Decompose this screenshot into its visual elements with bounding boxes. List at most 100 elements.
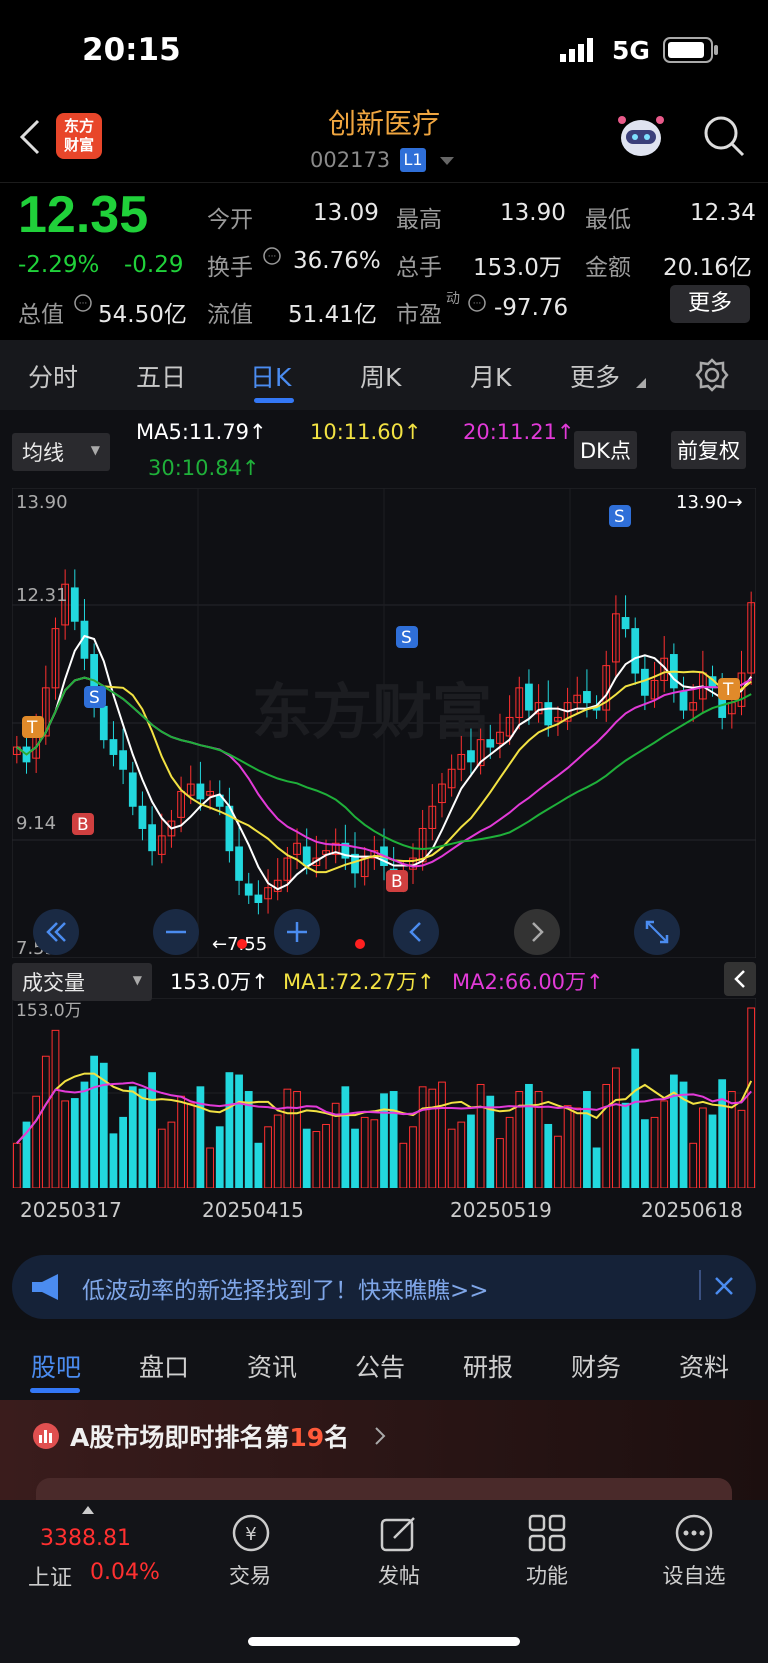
volume-bar [737,1109,746,1188]
close-icon[interactable] [714,1276,734,1296]
volume-bar [225,1072,234,1188]
volume-bar [293,1091,301,1188]
watchlist-icon[interactable] [673,1512,715,1554]
tab-profile[interactable]: 资料 [679,1348,729,1384]
volume-bar [109,1133,118,1188]
tab-intraday[interactable]: 分时 [28,358,78,394]
candle-body [196,783,205,800]
volume-bar [612,1067,620,1188]
volume-bar [438,1081,446,1188]
volume-bar [389,1091,398,1188]
ranking-chart-icon [33,1423,59,1449]
svg-text:T: T [722,680,734,700]
volume-value: 153.0万 [473,255,562,281]
low-label: 最低 [585,207,631,233]
volume-chart[interactable]: 153.0万 20250317 [12,998,756,1188]
candle-body [138,805,147,829]
volume-select[interactable]: 成交量 ▼ [12,963,152,1001]
dock-post[interactable]: 发帖 [349,1560,449,1590]
info-icon[interactable]: ··· [73,293,93,313]
collapse-icon[interactable] [724,962,756,996]
max-marker: 13.90→ [676,492,743,513]
tab-finance[interactable]: 财务 [571,1348,621,1384]
current-price: 12.35 [18,186,149,244]
volume-bar [215,1126,224,1188]
volume-bar [476,1083,485,1188]
zoom-in-icon[interactable] [274,909,320,955]
trade-icon[interactable]: ¥ [230,1512,272,1554]
robot-assistant-icon[interactable] [616,112,666,160]
tab-weekly-k[interactable]: 周K [360,358,401,394]
candlestick-chart[interactable]: 东方财富 13.90 12.31 9.14 7.55 13.90→ ←7.55 … [12,488,756,958]
volume-bar [312,1131,321,1188]
tab-news[interactable]: 资讯 [247,1348,297,1384]
candle-body [119,750,127,770]
volume-bar [61,1100,70,1188]
tab-monthly-k[interactable]: 月K [470,358,511,394]
tab-research[interactable]: 研报 [463,1348,513,1384]
scroll-far-left-icon[interactable] [33,909,79,955]
volume-bar [41,1055,50,1188]
vol-max-label: 153.0万 [16,1001,82,1021]
dock-trade[interactable]: 交易 [200,1560,300,1590]
candle-body [235,846,243,881]
candle-body [544,702,553,726]
volume-bar [602,1083,611,1188]
volume-bar [447,1128,456,1188]
compose-icon[interactable] [378,1512,420,1554]
gear-icon[interactable] [695,358,729,392]
more-button[interactable]: 更多 [670,285,750,323]
apps-icon[interactable] [526,1512,568,1554]
zoom-out-icon[interactable] [153,909,199,955]
ma20-label: 20:11.21↑ [463,420,575,444]
chevron-right-icon[interactable] [374,1426,386,1446]
search-icon[interactable] [702,114,746,158]
dock-watchlist[interactable]: 设自选 [644,1560,744,1590]
index-name[interactable]: 上证 [28,1560,72,1592]
fullscreen-icon[interactable] [634,909,680,955]
mktcap-value: 54.50亿 [98,302,187,328]
tab-forum[interactable]: 股吧 [31,1348,81,1384]
tab-more[interactable]: 更多 [570,358,620,394]
svg-text:¥: ¥ [245,1524,256,1545]
volume-bar [525,1083,533,1188]
info-icon[interactable]: ··· [262,246,282,266]
y-label-2: 12.31 [16,585,68,606]
level-badge[interactable]: L1 [400,148,426,172]
index-value[interactable]: 3388.81 [40,1526,131,1551]
dk-point-button[interactable]: DK点 [574,431,637,469]
tab-daily-k[interactable]: 日K [250,358,291,394]
info-icon[interactable]: ··· [467,293,487,313]
vol-ma2-label: MA2:66.00万↑ [452,970,604,994]
tab-five-day[interactable]: 五日 [136,358,186,394]
rank-text[interactable]: A股市场即时排名第19名 [70,1418,349,1454]
turnover-label: 换手 [207,255,253,281]
event-dot [355,939,365,949]
turnover-value: 36.76% [293,248,381,274]
rank-number: 19 [289,1423,325,1452]
volume-bar [51,1029,60,1188]
change-value: -0.29 [124,252,184,278]
pe-superscript: 动 [446,291,460,307]
signal-b-marker: B [72,813,94,835]
index-pct[interactable]: 0.04% [90,1560,160,1585]
indicator-select[interactable]: 均线 ▼ [12,433,110,471]
status-time: 20:15 [82,32,181,68]
signal-icon [560,38,593,62]
promo-text[interactable]: 低波动率的新选择找到了！快来瞧瞧>> [82,1271,489,1305]
scroll-right-icon[interactable] [514,909,560,955]
svg-text:T: T [26,718,38,738]
dock-functions[interactable]: 功能 [497,1560,597,1590]
svg-text:S: S [614,507,625,527]
volume-bar [138,1088,147,1188]
signal-t-marker: T [718,678,740,700]
volume-bar [206,1147,214,1188]
adjust-button[interactable]: 前复权 [671,431,746,469]
tab-announcements[interactable]: 公告 [355,1348,405,1384]
tab-orderbook[interactable]: 盘口 [139,1348,189,1384]
rank-suffix: 名 [324,1423,350,1452]
scroll-left-icon[interactable] [393,909,439,955]
volume-bar [544,1123,553,1188]
chevron-down-icon[interactable] [440,157,454,165]
volume-bar [583,1091,591,1188]
